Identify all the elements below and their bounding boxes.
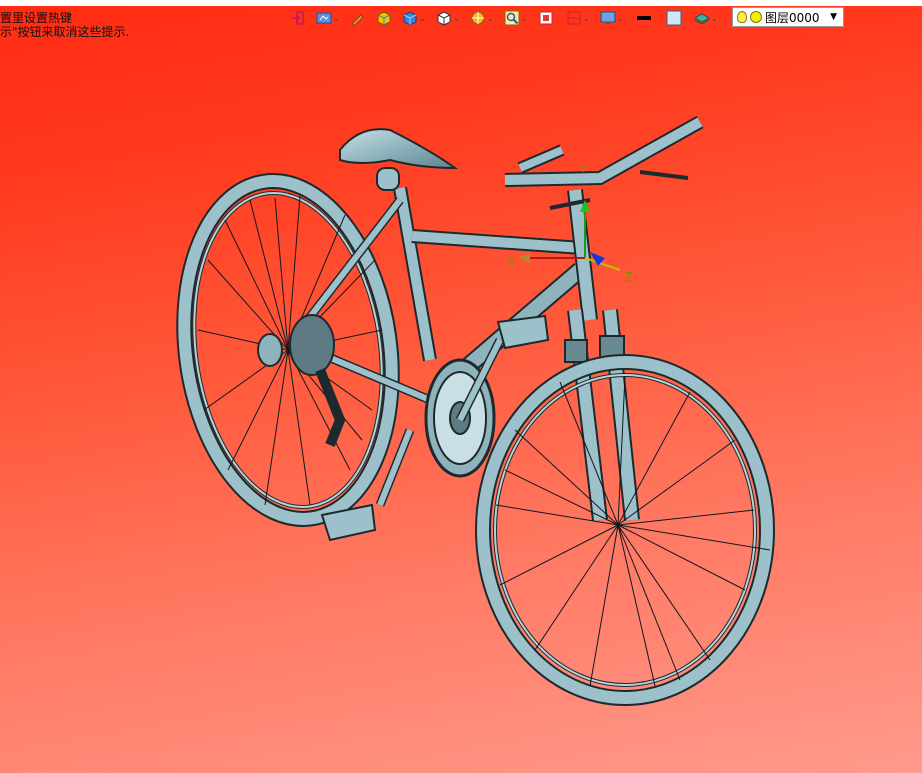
saddle xyxy=(339,128,459,191)
axis-x-label: X xyxy=(506,255,515,270)
rear-wheel xyxy=(176,173,400,527)
axis-z-label: Z xyxy=(624,271,633,286)
bicycle-model[interactable]: X Z Y xyxy=(0,0,922,773)
3d-viewport[interactable]: 置里设置热键 示"按钮来取消这些提示. ⌄ ⌄ ⌄ ⌄ ⌄ ⌄ ⌄ ⌄ 图层00… xyxy=(0,0,922,773)
axis-y-label: Y xyxy=(579,161,588,175)
handlebar xyxy=(504,115,704,210)
front-fork xyxy=(564,309,640,521)
